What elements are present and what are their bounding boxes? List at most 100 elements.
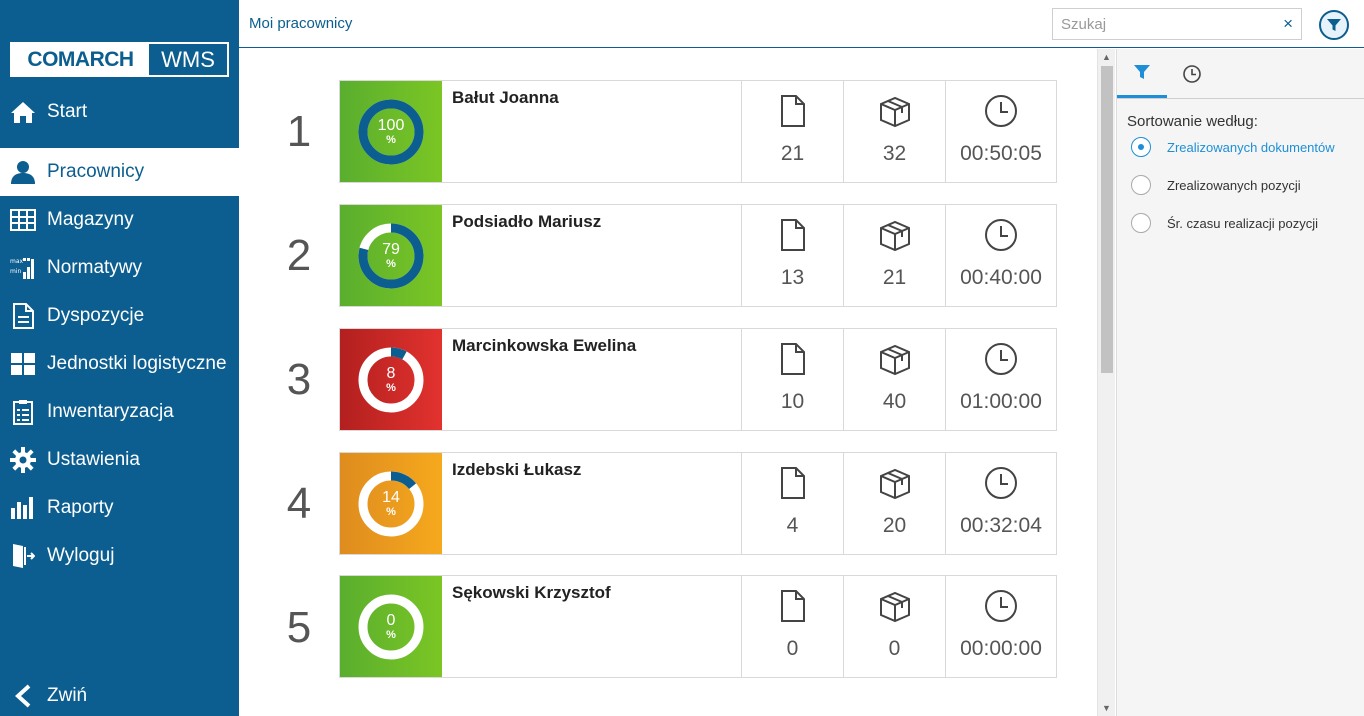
package-box-icon [844, 466, 945, 500]
completion-ring: 14% [356, 469, 426, 539]
positions-count: 40 [882, 390, 907, 413]
scroll-up-arrow-icon[interactable]: ▲ [1102, 52, 1111, 62]
tabs-divider [1117, 98, 1364, 99]
sidebar-item-wyloguj[interactable]: Wyloguj [0, 532, 239, 580]
search-box: × [1052, 8, 1302, 40]
clock-icon [946, 466, 1056, 500]
document-icon [742, 342, 843, 376]
rank-number: 2 [286, 231, 312, 280]
percent-sign: % [386, 258, 396, 270]
collapse-label: Zwiń [47, 685, 88, 706]
collapse-sidebar-button[interactable]: Zwiń [0, 672, 239, 716]
percent-sign: % [386, 629, 396, 641]
radio-button[interactable] [1131, 137, 1151, 157]
completion-ring: 100% [356, 97, 426, 167]
document-icon [742, 94, 843, 128]
completion-ring: 79% [356, 221, 426, 291]
document-icon [742, 589, 843, 623]
rank-number: 5 [286, 603, 312, 652]
radio-label: Zrealizowanych pozycji [1167, 177, 1301, 193]
scroll-thumb[interactable] [1101, 66, 1113, 373]
sidebar-item-dyspozycje[interactable]: Dyspozycje [0, 292, 239, 340]
chevron-left-icon [10, 683, 36, 709]
sidebar: COMARCH WMS Start Pracownicy Magazyny ma… [0, 0, 239, 716]
sort-title: Sortowanie według: [1127, 113, 1258, 130]
bar-chart-icon [10, 495, 36, 521]
employee-name: Izdebski Łukasz [452, 460, 582, 479]
sidebar-item-inwentaryzacja[interactable]: Inwentaryzacja [0, 388, 239, 436]
sidebar-item-label: Inwentaryzacja [47, 401, 174, 422]
time-cell: 00:40:00 [945, 205, 1056, 306]
employee-card[interactable]: 8% Marcinkowska Ewelina 10 40 01:00:00 [339, 328, 1057, 431]
positions-cell: 0 [843, 576, 945, 677]
clock-icon [946, 218, 1056, 252]
time-value: 01:00:00 [960, 390, 1042, 413]
user-icon [10, 159, 36, 185]
sidebar-item-normatywy[interactable]: max min Normatywy [0, 244, 239, 292]
sort-option-documents[interactable]: Zrealizowanych dokumentów [1131, 136, 1361, 158]
employee-card[interactable]: 14% Izdebski Łukasz 4 20 00:32:04 [339, 452, 1057, 555]
completion-percent: 14 [382, 489, 400, 506]
rank-number: 1 [286, 107, 312, 156]
time-cell: 00:50:05 [945, 81, 1056, 182]
clock-icon [946, 589, 1056, 623]
documents-count: 21 [780, 142, 805, 165]
sort-option-avg-time[interactable]: Śr. czasu realizacji pozycji [1131, 212, 1361, 234]
documents-count: 10 [780, 390, 805, 413]
search-input[interactable] [1053, 9, 1253, 39]
documents-cell: 13 [741, 205, 843, 306]
warehouse-grid-icon [10, 207, 36, 233]
rank-number: 4 [286, 479, 312, 528]
completion-ring: 8% [356, 345, 426, 415]
clock-icon [946, 94, 1056, 128]
svg-text:max: max [10, 258, 24, 265]
time-cell: 00:32:04 [945, 453, 1056, 554]
radio-label: Śr. czasu realizacji pozycji [1167, 215, 1318, 231]
sidebar-item-pracownicy[interactable]: Pracownicy [0, 148, 239, 196]
radio-button[interactable] [1131, 213, 1151, 233]
employee-card[interactable]: 79% Podsiadło Mariusz 13 21 00:40:00 [339, 204, 1057, 307]
sort-option-positions[interactable]: Zrealizowanych pozycji [1131, 174, 1361, 196]
sidebar-item-label: Jednostki logistyczne [47, 353, 227, 374]
tab-history[interactable] [1167, 49, 1217, 98]
home-icon [10, 99, 36, 125]
percent-sign: % [386, 382, 396, 394]
employee-ranking-list[interactable]: 1 100% Bałut Joanna 21 32 00:50:05 2 79% [239, 49, 1099, 716]
employee-card[interactable]: 100% Bałut Joanna 21 32 00:50:05 [339, 80, 1057, 183]
documents-cell: 4 [741, 453, 843, 554]
sidebar-item-magazyny[interactable]: Magazyny [0, 196, 239, 244]
package-box-icon [844, 589, 945, 623]
documents-cell: 10 [741, 329, 843, 430]
clear-search-icon[interactable]: × [1283, 14, 1293, 34]
filter-toggle-button[interactable] [1319, 10, 1349, 40]
scroll-down-arrow-icon[interactable]: ▼ [1102, 703, 1111, 713]
employee-card[interactable]: 0% Sękowski Krzysztof 0 0 00:00:00 [339, 575, 1057, 678]
document-icon [10, 303, 36, 329]
completion-percent: 100 [377, 117, 405, 134]
completion-badge: 0% [340, 576, 442, 677]
sidebar-item-jednostki-logistyczne[interactable]: Jednostki logistyczne [0, 340, 239, 388]
radio-button[interactable] [1131, 175, 1151, 195]
employee-name: Sękowski Krzysztof [452, 583, 611, 602]
document-icon [742, 218, 843, 252]
logo-brand: COMARCH [12, 44, 149, 75]
sidebar-item-label: Raporty [47, 497, 114, 518]
list-scrollbar[interactable]: ▲ ▼ [1097, 49, 1115, 716]
breadcrumb[interactable]: Moi pracownicy [249, 15, 352, 32]
completion-percent: 8 [386, 365, 396, 382]
documents-count: 4 [786, 514, 799, 537]
positions-cell: 32 [843, 81, 945, 182]
documents-count: 0 [786, 637, 799, 660]
sidebar-item-raporty[interactable]: Raporty [0, 484, 239, 532]
positions-cell: 21 [843, 205, 945, 306]
sidebar-item-ustawienia[interactable]: Ustawienia [0, 436, 239, 484]
completion-badge: 8% [340, 329, 442, 430]
sidebar-item-start[interactable]: Start [0, 88, 239, 136]
sidebar-item-label: Pracownicy [47, 161, 145, 182]
tab-filter[interactable] [1117, 49, 1167, 98]
sort-panel: Sortowanie według: Zrealizowanych dokume… [1116, 49, 1364, 716]
radio-label: Zrealizowanych dokumentów [1167, 139, 1335, 155]
sidebar-item-label: Wyloguj [47, 545, 115, 566]
percent-sign: % [386, 506, 396, 518]
completion-badge: 100% [340, 81, 442, 182]
